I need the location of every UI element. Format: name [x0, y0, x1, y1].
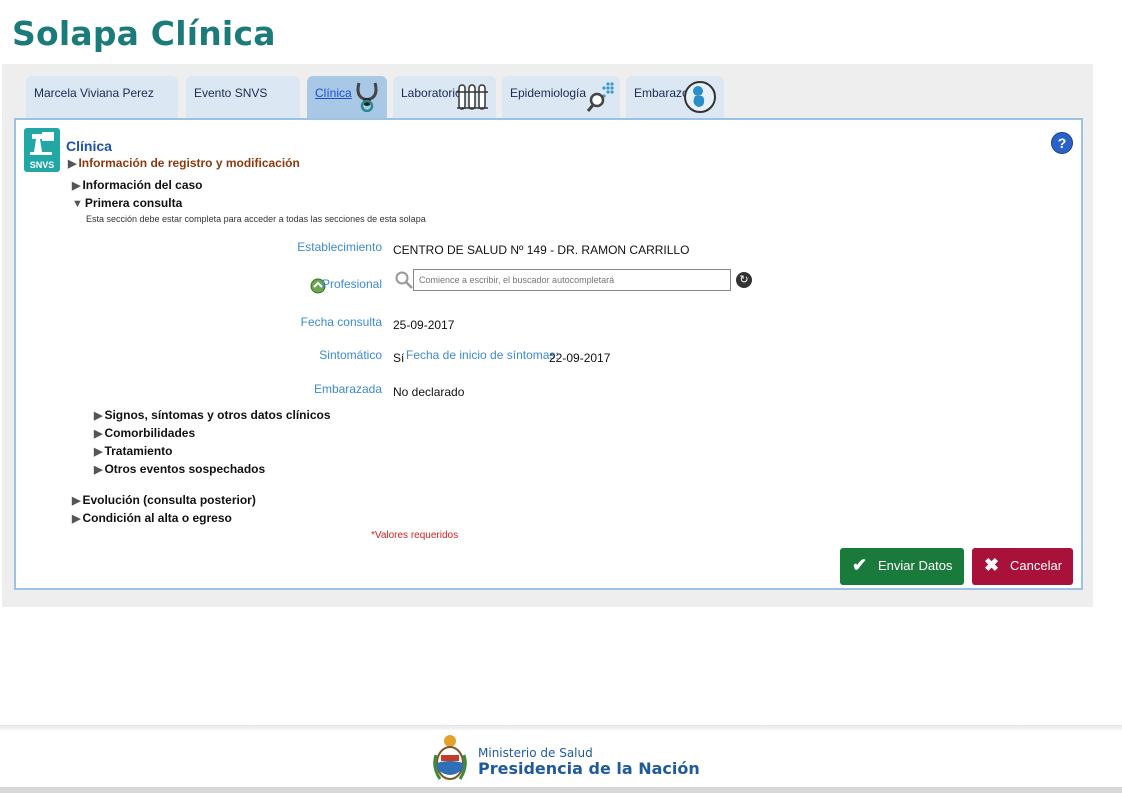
snvs-emblem-icon — [30, 132, 54, 155]
section-label: Evolución (consulta posterior) — [82, 493, 256, 507]
footer-bar — [0, 787, 1122, 793]
snvs-logo: SNVS — [24, 128, 60, 172]
footer-ministry: Ministerio de Salud — [478, 746, 593, 760]
section-condicion-alta[interactable]: ▶ Condición al alta o egreso — [72, 511, 232, 525]
tab-epidemiologia[interactable]: Epidemiología — [502, 76, 620, 118]
tab-label: Laboratorio — [401, 86, 462, 100]
section-label: Tratamiento — [104, 444, 173, 458]
fecha-consulta-label: Fecha consulta — [300, 315, 382, 329]
help-icon[interactable]: ? — [1051, 132, 1073, 154]
tab-label: Evento SNVS — [194, 86, 268, 100]
expand-arrow-icon: ▶ — [72, 495, 81, 507]
footer-presidency: Presidencia de la Nación — [478, 759, 700, 778]
tab-label: Epidemiología — [510, 86, 587, 100]
tab-label: Clínica — [315, 86, 352, 100]
required-note: *Valores requeridos — [371, 530, 459, 541]
close-icon: ✖ — [984, 555, 1000, 575]
section-label: Primera consulta — [84, 196, 183, 210]
tab-clinica[interactable]: Clínica — [307, 76, 387, 118]
app-window: Marcela Viviana Perez Evento SNVS Clínic… — [2, 64, 1093, 607]
tab-laboratorio[interactable]: Laboratorio — [393, 76, 496, 118]
sintomatico-label: Sintomático — [319, 348, 382, 362]
expand-arrow-icon: ▶ — [94, 446, 103, 458]
tab-patient[interactable]: Marcela Viviana Perez — [26, 76, 178, 118]
tab-embarazo[interactable]: Embarazo — [626, 76, 724, 118]
send-button-label: Enviar Datos — [878, 558, 953, 573]
section-caso[interactable]: ▶ Información del caso — [72, 178, 203, 192]
cancel-button-label: Cancelar — [1010, 558, 1063, 573]
establecimiento-value: CENTRO DE SALUD Nº 149 - DR. RAMON CARRI… — [393, 243, 690, 257]
establecimiento-label: Establecimiento — [297, 240, 382, 254]
section-label: Otros eventos sospechados — [104, 462, 266, 476]
embarazada-value: No declarado — [393, 385, 465, 399]
coat-of-arms-icon — [432, 733, 468, 785]
collapse-arrow-icon: ▼ — [72, 198, 83, 210]
fetus-icon — [683, 80, 717, 117]
fecha-inicio-label: Fecha de inicio de síntomas: — [406, 348, 559, 362]
section-label: Signos, síntomas y otros datos clínicos — [104, 408, 331, 422]
slide-title: Solapa Clínica — [12, 14, 276, 53]
section-primera-consulta[interactable]: ▼ Primera consulta — [72, 196, 182, 210]
section-evolucion[interactable]: ▶ Evolución (consulta posterior) — [72, 493, 256, 507]
expand-arrow-icon: ▶ — [72, 513, 81, 525]
reset-icon[interactable]: ↻ — [736, 272, 752, 288]
snvs-logo-text: SNVS — [29, 160, 55, 170]
tab-label: Embarazo — [634, 86, 689, 100]
footer-divider — [0, 725, 1122, 730]
sintomatico-value: Sí — [393, 351, 405, 365]
magnifier-dots-icon — [586, 80, 616, 115]
checkmark-icon: ✔ — [852, 555, 868, 575]
expand-arrow-icon: ▶ — [94, 410, 103, 422]
section-note: Esta sección debe estar completa para ac… — [86, 214, 426, 224]
expand-arrow-icon: ▶ — [68, 158, 77, 170]
section-registro[interactable]: ▶ Información de registro y modificación — [68, 156, 300, 170]
fecha-inicio-value: 22-09-2017 — [549, 351, 611, 365]
search-icon — [394, 270, 414, 295]
stethoscope-icon — [353, 80, 381, 115]
panel-title: Clínica — [66, 138, 112, 154]
tab-label: Marcela Viviana Perez — [34, 86, 154, 100]
section-label: Comorbilidades — [104, 426, 196, 440]
embarazada-label: Embarazada — [313, 382, 382, 396]
expand-arrow-icon: ▶ — [72, 180, 81, 192]
section-tratamiento[interactable]: ▶ Tratamiento — [94, 444, 172, 458]
section-label: Información de registro y modificación — [78, 156, 300, 170]
section-signos[interactable]: ▶ Signos, síntomas y otros datos clínicos — [94, 408, 331, 422]
section-comorbilidades[interactable]: ▶ Comorbilidades — [94, 426, 195, 440]
fecha-consulta-value: 25-09-2017 — [393, 318, 455, 332]
profesional-search-input[interactable] — [413, 269, 731, 291]
expand-arrow-icon: ▶ — [94, 464, 103, 476]
section-label: Condición al alta o egreso — [82, 511, 232, 525]
cancel-button[interactable]: ✖ Cancelar — [972, 548, 1073, 585]
section-label: Información del caso — [82, 178, 203, 192]
tab-evento-snvs[interactable]: Evento SNVS — [186, 76, 300, 118]
send-button[interactable]: ✔ Enviar Datos — [840, 548, 964, 585]
expand-arrow-icon: ▶ — [94, 428, 103, 440]
section-otros-eventos[interactable]: ▶ Otros eventos sospechados — [94, 462, 265, 476]
profesional-label: Profesional — [321, 277, 382, 291]
clinica-panel: SNVS ? Clínica ▶ Información de registro … — [14, 118, 1083, 590]
test-tubes-icon — [457, 80, 489, 115]
